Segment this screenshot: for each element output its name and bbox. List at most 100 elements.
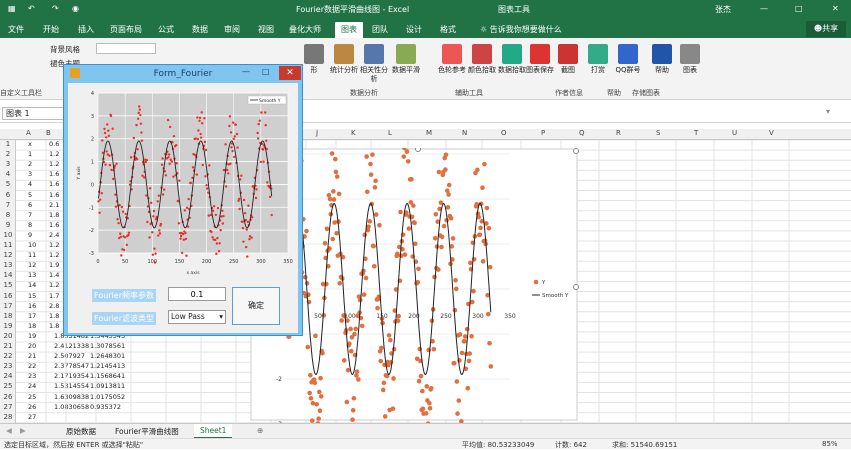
row-header[interactable]: 13 [0, 261, 16, 269]
minimize-icon[interactable]: — [760, 4, 768, 13]
column-header[interactable]: J [316, 129, 318, 137]
column-header[interactable]: Q [579, 129, 585, 137]
ribbon-button-0[interactable]: 形 [300, 44, 328, 75]
data-point [186, 207, 188, 209]
ribbon-button-1[interactable]: 统计分析 [330, 44, 358, 75]
row-header[interactable]: 26 [0, 393, 16, 401]
row-header[interactable]: 7 [0, 201, 16, 209]
tab-11[interactable]: 设计 [406, 24, 422, 35]
row-header[interactable]: 9 [0, 221, 16, 229]
column-header[interactable]: V [769, 129, 774, 137]
form-maximize-icon[interactable]: □ [262, 67, 270, 76]
ribbon-button-7[interactable]: 图表保存 [526, 44, 554, 75]
form-close-icon[interactable]: ✕ [279, 66, 301, 80]
row-header[interactable]: 10 [0, 231, 16, 239]
ribbon-button-4[interactable]: 色轮参考 [438, 44, 466, 75]
ribbon-button-8[interactable]: 截图 [554, 44, 582, 75]
row-header[interactable]: 3 [0, 160, 16, 168]
tab-3[interactable]: 页面布局 [110, 24, 142, 35]
ribbon-button-3[interactable]: 数据平滑 [392, 44, 420, 75]
tab-7[interactable]: 视图 [258, 24, 274, 35]
row-header[interactable]: 28 [0, 413, 16, 421]
tab-8[interactable]: 叠化大师 [289, 24, 321, 35]
ribbon-button-10[interactable]: QQ群号 [614, 44, 642, 75]
ribbon-button-6[interactable]: 数据拾取 [498, 44, 526, 75]
prev-sheet-icon[interactable]: ◀ [6, 426, 12, 435]
ribbon-button-11[interactable]: 帮助 [648, 44, 676, 75]
ribbon-button-5[interactable]: 颜色拾取 [468, 44, 496, 75]
next-sheet-icon[interactable]: ▶ [20, 426, 26, 435]
ribbon-button-2[interactable]: 相关性分析 [360, 44, 388, 84]
sheet-tab-sheet1[interactable]: Sheet1 [194, 424, 232, 439]
row-header[interactable]: 14 [0, 271, 16, 279]
background-style[interactable]: 背景风格 [50, 44, 80, 55]
style-dropdown[interactable] [96, 43, 156, 54]
row-header[interactable]: 24 [0, 372, 16, 380]
tab-1[interactable]: 开始 [43, 24, 59, 35]
row-header[interactable]: 8 [0, 211, 16, 219]
column-header[interactable]: O [501, 129, 507, 137]
ok-button[interactable]: 确定 [232, 287, 280, 325]
close-icon[interactable]: ✕ [832, 4, 839, 13]
tab-12[interactable]: 格式 [440, 24, 456, 35]
row-header[interactable]: 2 [0, 150, 16, 158]
row-header[interactable]: 5 [0, 180, 16, 188]
sheet-tab-fourier[interactable]: Fourier平滑曲线图 [115, 426, 179, 437]
data-point [119, 233, 121, 235]
name-box[interactable]: 图表 1 [2, 107, 64, 120]
row-header[interactable]: 18 [0, 312, 16, 320]
sheet-tab-raw-data[interactable]: 原始数据 [66, 426, 96, 437]
undo-icon[interactable]: ↶ [28, 4, 35, 13]
tab-5[interactable]: 数据 [192, 24, 208, 35]
ribbon-button-12[interactable]: 图表 [676, 44, 704, 75]
camera-icon[interactable]: ◉ [72, 4, 79, 13]
column-header[interactable]: U [732, 129, 737, 137]
tab-10[interactable]: 团队 [372, 24, 388, 35]
row-header[interactable]: 6 [0, 191, 16, 199]
redo-icon[interactable]: ↷ [52, 4, 59, 13]
column-header[interactable]: K [351, 129, 356, 137]
tab-0[interactable]: 文件 [8, 24, 24, 35]
row-header[interactable]: 11 [0, 241, 16, 249]
tab-2[interactable]: 插入 [78, 24, 94, 35]
tab-9[interactable]: 图表 [335, 22, 363, 39]
maximize-icon[interactable]: □ [795, 4, 803, 13]
column-header[interactable]: R [616, 129, 621, 137]
row-header[interactable]: 20 [0, 332, 16, 340]
data-point [178, 222, 180, 224]
row-header[interactable]: 15 [0, 281, 16, 289]
row-header[interactable]: 16 [0, 292, 16, 300]
column-header[interactable]: B [46, 129, 51, 137]
column-header[interactable]: N [462, 129, 467, 137]
row-header[interactable]: 1 [0, 140, 16, 148]
row-header[interactable]: 19 [0, 322, 16, 330]
formula-expand-icon[interactable]: ▾ [826, 107, 830, 116]
row-header[interactable]: 21 [0, 342, 16, 350]
form-minimize-icon[interactable]: — [242, 67, 250, 76]
ribbon-button-9[interactable]: 打赏 [584, 44, 612, 75]
column-header[interactable]: A [26, 129, 31, 137]
add-sheet-icon[interactable]: ⊕ [257, 426, 263, 435]
freq-input[interactable] [168, 287, 226, 301]
tab-6[interactable]: 审阅 [224, 24, 240, 35]
dropdown-chevron-icon: ▾ [219, 312, 223, 321]
row-header[interactable]: 25 [0, 382, 16, 390]
column-header[interactable]: T [694, 129, 698, 137]
tell-me[interactable]: ☼ 告诉我你想要做什么 [480, 24, 562, 35]
tab-4[interactable]: 公式 [158, 24, 174, 35]
column-header[interactable]: S [656, 129, 660, 137]
row-header[interactable]: 4 [0, 170, 16, 178]
filter-type-select[interactable]: Low Pass▾ [168, 310, 226, 324]
quick-access-save-icon[interactable]: ▦ [8, 4, 16, 13]
share-button[interactable]: ☻共享 [806, 21, 846, 37]
column-header[interactable]: L [388, 129, 392, 137]
data-point [256, 132, 258, 134]
row-header[interactable]: 27 [0, 403, 16, 411]
data-point [313, 334, 318, 339]
row-header[interactable]: 12 [0, 251, 16, 259]
row-header[interactable]: 23 [0, 362, 16, 370]
column-header[interactable]: M [426, 129, 432, 137]
column-header[interactable]: P [541, 129, 545, 137]
row-header[interactable]: 17 [0, 302, 16, 310]
row-header[interactable]: 22 [0, 352, 16, 360]
